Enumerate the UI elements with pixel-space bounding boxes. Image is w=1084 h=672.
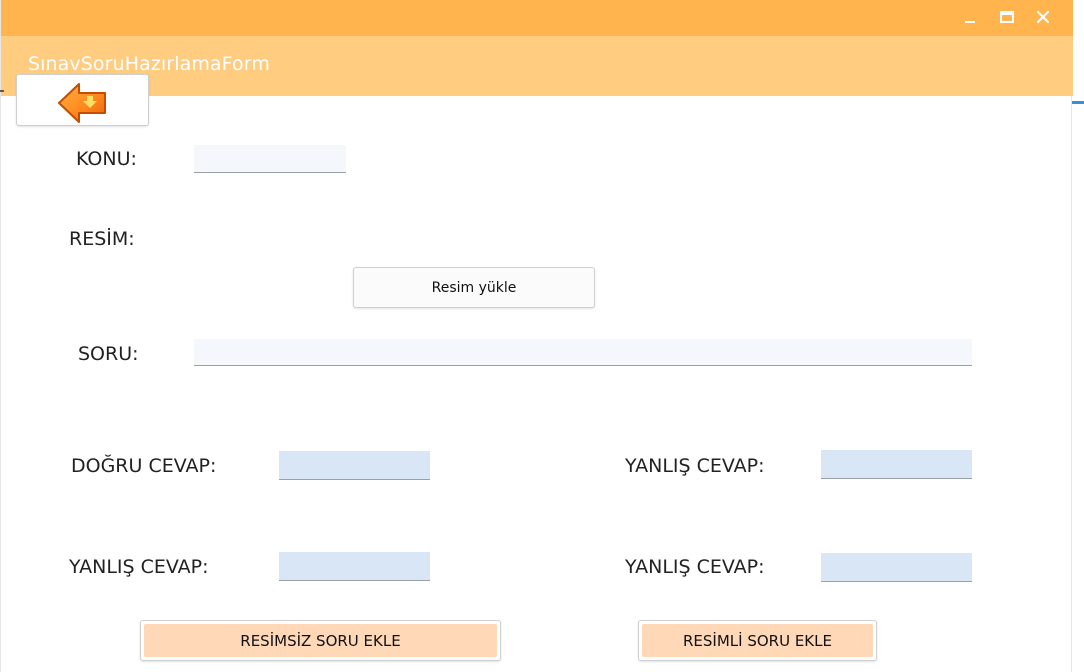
back-arrow-icon xyxy=(58,83,106,123)
minimize-button[interactable] xyxy=(957,4,983,30)
background-window-edge xyxy=(1072,101,1084,104)
yanlis-cevap-2-input[interactable] xyxy=(279,552,430,581)
yanlis-cevap-2-label: YANLIŞ CEVAP: xyxy=(69,556,209,578)
soru-label: SORU: xyxy=(78,343,139,365)
soru-input[interactable] xyxy=(194,339,972,366)
maximize-button[interactable] xyxy=(994,4,1020,30)
app-window: SınavSoruHazırlamaForm KONU: RESİM: Resi… xyxy=(0,0,1073,672)
add-question-without-image-label: RESİMSİZ SORU EKLE xyxy=(144,624,497,657)
maximize-icon xyxy=(1000,11,1014,23)
title-bar[interactable] xyxy=(1,0,1073,36)
back-button[interactable] xyxy=(16,74,149,126)
background-window-mark xyxy=(0,90,4,92)
close-icon xyxy=(1036,10,1050,24)
konu-input[interactable] xyxy=(194,145,346,173)
add-question-with-image-label: RESİMLİ SORU EKLE xyxy=(642,624,873,657)
add-question-without-image-button[interactable]: RESİMSİZ SORU EKLE xyxy=(140,620,501,661)
dogru-cevap-label: DOĞRU CEVAP: xyxy=(71,455,217,477)
konu-label: KONU: xyxy=(76,148,137,170)
upload-image-button[interactable]: Resim yükle xyxy=(353,267,595,308)
yanlis-cevap-1-label: YANLIŞ CEVAP: xyxy=(625,455,765,477)
yanlis-cevap-1-input[interactable] xyxy=(821,450,972,479)
resim-label: RESİM: xyxy=(69,228,135,250)
yanlis-cevap-3-label: YANLIŞ CEVAP: xyxy=(625,556,765,578)
yanlis-cevap-3-input[interactable] xyxy=(821,553,972,582)
add-question-with-image-button[interactable]: RESİMLİ SORU EKLE xyxy=(638,620,877,661)
minimize-icon xyxy=(965,21,975,23)
dogru-cevap-input[interactable] xyxy=(279,451,430,480)
close-button[interactable] xyxy=(1030,4,1056,30)
window-title: SınavSoruHazırlamaForm xyxy=(28,53,270,75)
